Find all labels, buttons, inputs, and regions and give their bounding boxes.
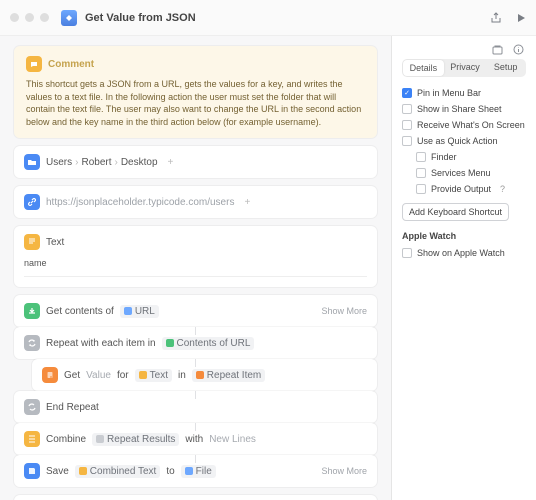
url-action[interactable]: https://jsonplaceholder.typicode.com/use…: [14, 186, 377, 218]
window-controls[interactable]: [10, 13, 49, 22]
share-icon[interactable]: [490, 12, 502, 24]
comment-icon: [26, 56, 42, 72]
comment-body: This shortcut gets a JSON from a URL, ge…: [26, 78, 365, 128]
apple-watch-section: Apple Watch: [402, 231, 526, 241]
text-input[interactable]: name: [24, 254, 367, 272]
info-icon[interactable]: [513, 44, 524, 55]
add-keyboard-shortcut-button[interactable]: Add Keyboard Shortcut: [402, 203, 509, 221]
repeat-item-pill[interactable]: Repeat Item: [192, 369, 265, 382]
save-icon: [24, 463, 40, 479]
tab-privacy[interactable]: Privacy: [445, 59, 486, 77]
tab-setup[interactable]: Setup: [485, 59, 526, 77]
close-dot[interactable]: [10, 13, 19, 22]
text-action[interactable]: Text name: [14, 226, 377, 287]
run-icon[interactable]: [516, 13, 526, 23]
min-dot[interactable]: [25, 13, 34, 22]
get-contents-action[interactable]: Get contents of URL Show More: [14, 295, 377, 327]
file-pill[interactable]: File: [181, 465, 216, 478]
receive-screen-checkbox[interactable]: Receive What's On Screen: [402, 117, 526, 133]
combine-icon: [24, 431, 40, 447]
tab-details[interactable]: Details: [403, 60, 444, 76]
inspector-sidebar: Details Privacy Setup ✓Pin in Menu Bar S…: [391, 36, 536, 500]
window-title: Get Value from JSON: [85, 12, 490, 24]
shortcut-icon: [61, 10, 77, 26]
get-value-action[interactable]: Get Value for Text in Repeat Item: [32, 359, 377, 391]
pin-menu-bar-checkbox[interactable]: ✓Pin in Menu Bar: [402, 85, 526, 101]
comment-heading: Comment: [48, 59, 94, 70]
workflow-canvas: Comment This shortcut gets a JSON from a…: [0, 36, 391, 500]
show-more-button[interactable]: Show More: [321, 466, 367, 476]
text-icon: [24, 234, 40, 250]
combined-text-pill[interactable]: Combined Text: [75, 465, 161, 478]
url-variable-pill[interactable]: URL: [120, 305, 159, 318]
breadcrumb[interactable]: Users›Robert›Desktop: [46, 157, 158, 168]
quick-action-checkbox[interactable]: Use as Quick Action: [402, 133, 526, 149]
get-contents-label: Get contents of: [46, 306, 114, 317]
download-icon: [24, 303, 40, 319]
combine-mode[interactable]: New Lines: [209, 434, 256, 445]
folder-icon: [24, 154, 40, 170]
provide-output-checkbox[interactable]: Provide Output?: [416, 181, 526, 197]
comment-action[interactable]: Comment This shortcut gets a JSON from a…: [14, 46, 377, 138]
text-label: Text: [46, 237, 64, 248]
repeat-icon: [24, 335, 40, 351]
share-sheet-checkbox[interactable]: Show in Share Sheet: [402, 101, 526, 117]
finder-checkbox[interactable]: Finder: [416, 149, 526, 165]
sidebar-tabs[interactable]: Details Privacy Setup: [402, 59, 526, 77]
show-apple-watch-checkbox[interactable]: Show on Apple Watch: [402, 245, 526, 261]
library-icon[interactable]: [492, 44, 503, 55]
add-url-icon[interactable]: +: [244, 197, 250, 208]
folder-action[interactable]: Users›Robert›Desktop +: [14, 146, 377, 178]
dictionary-icon: [42, 367, 58, 383]
max-dot[interactable]: [40, 13, 49, 22]
url-value[interactable]: https://jsonplaceholder.typicode.com/use…: [46, 197, 234, 208]
text-variable-pill[interactable]: Text: [135, 369, 172, 382]
show-more-button[interactable]: Show More: [321, 306, 367, 316]
titlebar: Get Value from JSON: [0, 0, 536, 36]
add-path-icon[interactable]: +: [168, 157, 174, 168]
contents-variable-pill[interactable]: Contents of URL: [162, 337, 255, 350]
end-repeat-icon: [24, 399, 40, 415]
link-icon: [24, 194, 40, 210]
end-repeat-label: End Repeat: [46, 402, 99, 413]
help-icon[interactable]: ?: [500, 184, 505, 194]
services-menu-checkbox[interactable]: Services Menu: [416, 165, 526, 181]
repeat-label: Repeat with each item in: [46, 338, 156, 349]
stop-action[interactable]: Stop this shortcut: [14, 495, 377, 500]
repeat-results-pill[interactable]: Repeat Results: [92, 433, 179, 446]
